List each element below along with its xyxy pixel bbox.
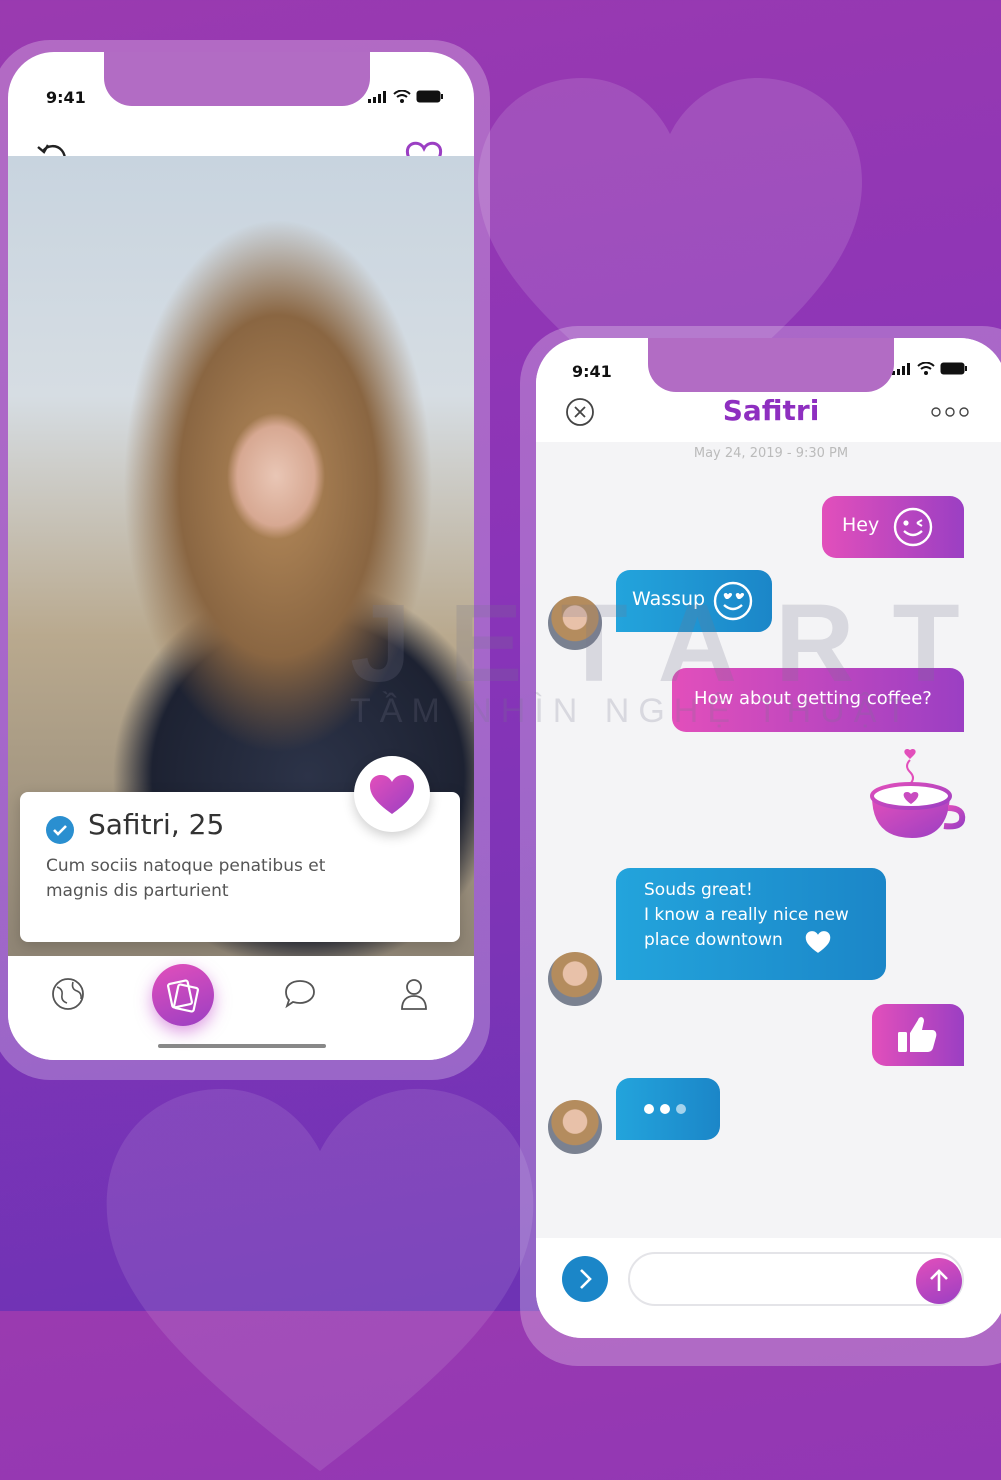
wink-emoji-icon bbox=[893, 507, 933, 547]
message-line: Souds great! bbox=[644, 880, 753, 900]
status-time: 9:41 bbox=[572, 362, 612, 381]
arrow-up-icon bbox=[930, 1269, 948, 1291]
watermark: JETART TẦM NHÌN NGHỆ THUẬT bbox=[350, 580, 998, 730]
message-text: Hey bbox=[842, 514, 880, 536]
coffee-cup-sticker[interactable] bbox=[866, 746, 968, 846]
message-line: place downtown bbox=[644, 930, 783, 950]
tab-messages[interactable] bbox=[280, 974, 320, 1014]
cards-icon bbox=[166, 979, 200, 1013]
status-icons bbox=[892, 362, 968, 375]
battery-icon bbox=[940, 362, 967, 375]
message-input[interactable] bbox=[628, 1252, 964, 1306]
more-options-button[interactable] bbox=[928, 398, 972, 426]
signal-icon bbox=[892, 362, 910, 375]
tab-profile[interactable] bbox=[394, 974, 434, 1014]
verified-badge-icon bbox=[46, 816, 74, 844]
contact-avatar[interactable] bbox=[548, 952, 602, 1006]
user-icon bbox=[401, 979, 427, 1010]
heart-icon bbox=[370, 775, 414, 814]
chat-timestamp: May 24, 2019 - 9:30 PM bbox=[693, 446, 849, 461]
more-dots-icon bbox=[931, 407, 969, 417]
typing-dots-icon bbox=[644, 1104, 686, 1114]
profile-name-age: Safitri, 25 bbox=[88, 808, 225, 841]
home-indicator bbox=[158, 1044, 326, 1048]
phone-notch bbox=[648, 338, 894, 392]
status-time: 9:41 bbox=[46, 88, 86, 107]
chevron-right-icon bbox=[580, 1269, 592, 1289]
globe-icon bbox=[52, 978, 84, 1010]
like-button[interactable] bbox=[354, 756, 430, 832]
contact-avatar[interactable] bbox=[548, 1100, 602, 1154]
wifi-icon bbox=[393, 90, 411, 103]
tab-explore[interactable] bbox=[48, 974, 88, 1014]
outgoing-message[interactable] bbox=[872, 1004, 964, 1066]
message-input-bar bbox=[536, 1238, 1001, 1338]
signal-icon bbox=[368, 90, 386, 103]
profile-description: Cum sociis natoque penatibus et magnis d… bbox=[46, 856, 326, 901]
outgoing-message[interactable]: Hey bbox=[822, 496, 964, 558]
battery-icon bbox=[416, 90, 443, 103]
incoming-message[interactable]: Souds great! I know a really nice new pl… bbox=[616, 868, 886, 980]
message-line: I know a really nice new bbox=[644, 905, 849, 925]
chat-screen: 9:41 Safitri May 24, 2019 - 9:30 PM Hey … bbox=[536, 338, 1001, 1338]
profile-phone: 9:41 Safitri, 25 Cum sociis natoque pena… bbox=[0, 40, 490, 1080]
heart-icon bbox=[805, 931, 831, 953]
thumbs-up-icon bbox=[898, 1017, 937, 1052]
chat-bubble-icon bbox=[285, 980, 315, 1009]
typing-indicator bbox=[616, 1078, 720, 1140]
status-icons bbox=[368, 90, 444, 103]
bottom-tab-bar bbox=[8, 956, 474, 1060]
attach-button[interactable] bbox=[562, 1256, 608, 1302]
watermark-brand: JETART bbox=[350, 582, 998, 705]
phone-notch bbox=[104, 52, 370, 106]
send-button[interactable] bbox=[916, 1258, 962, 1304]
background-heart-icon bbox=[106, 1088, 534, 1472]
tab-cards[interactable] bbox=[152, 964, 214, 1026]
wifi-icon bbox=[917, 362, 935, 375]
watermark-tagline: TẦM NHÌN NGHỆ THUẬT bbox=[350, 692, 916, 730]
chat-phone: 9:41 Safitri May 24, 2019 - 9:30 PM Hey … bbox=[520, 326, 1001, 1366]
profile-screen: 9:41 Safitri, 25 Cum sociis natoque pena… bbox=[8, 52, 474, 1060]
